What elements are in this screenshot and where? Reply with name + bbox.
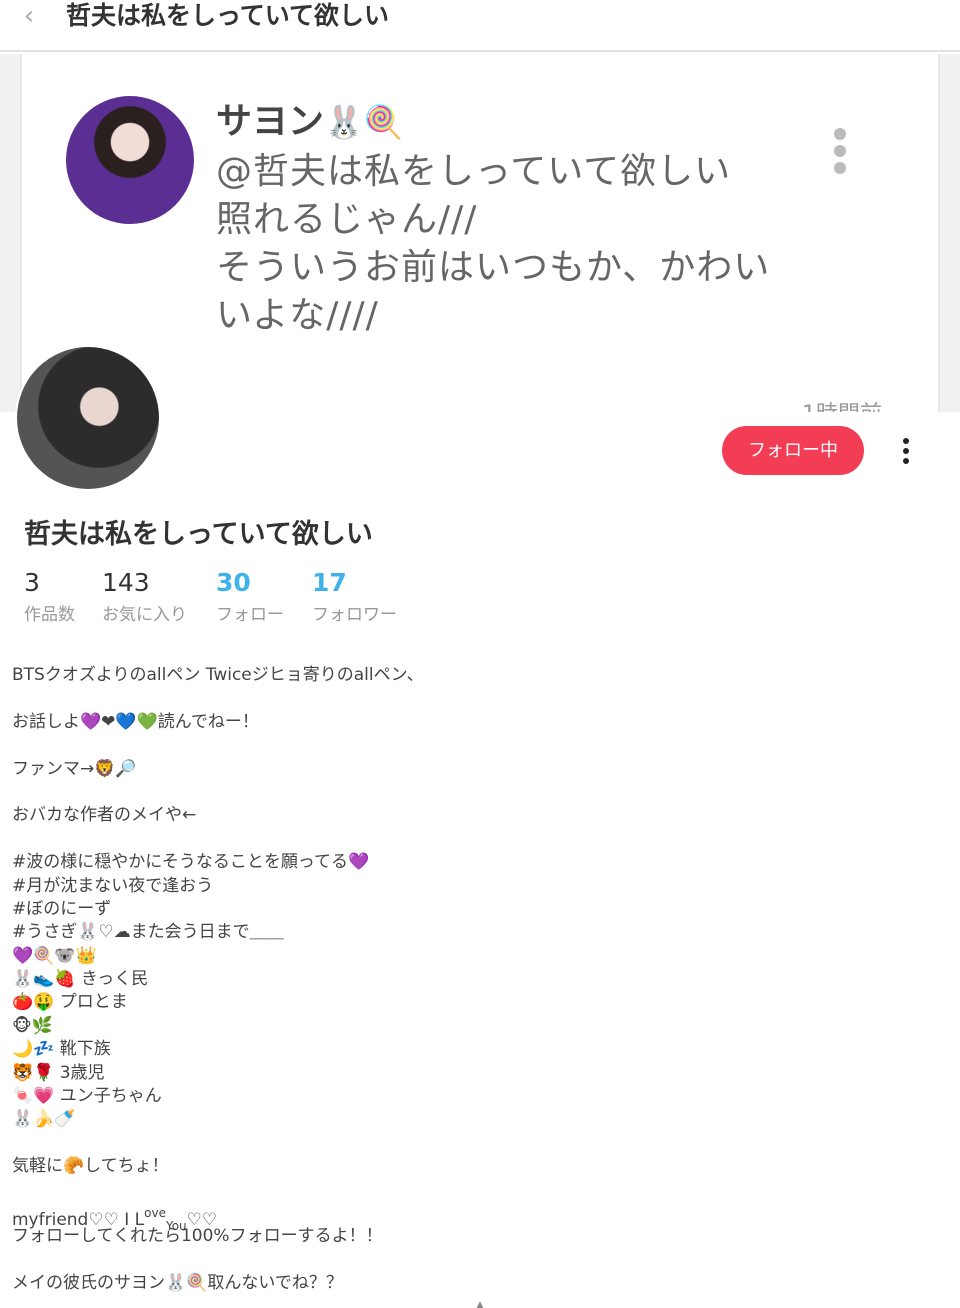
stat-following[interactable]: 30 フォロー [216, 566, 284, 630]
bio-line: 💜🍭🐨👑 [12, 945, 97, 966]
more-vertical-icon[interactable] [896, 438, 916, 468]
bio-line: #うさぎ🐰♡☁また会う日まで＿＿ [12, 922, 284, 943]
bio-line: BTSクオズよりのallペン Twiceジヒョ寄りのallペン、 [12, 665, 424, 685]
profile-bio: BTSクオズよりのallペン Twiceジヒョ寄りのallペン、 お話しよ💜❤💙💚… [12, 664, 942, 1296]
stat-followers[interactable]: 17 フォロワー [312, 566, 397, 630]
bio-line: ファンマ→🦁🔎 [12, 758, 137, 779]
bio-line: フォローしてくれたら100%フォローするよ！！ [12, 1226, 383, 1247]
stat-followers-value: 17 [312, 568, 347, 597]
scroll-up-icon: ▲ [475, 1298, 485, 1308]
bio-line: メイの彼氏のサヨン🐰🍭取んないでね？？ [12, 1273, 343, 1294]
bio-line: 🌙💤 靴下族 [12, 1039, 111, 1060]
stat-following-label: フォロー [216, 605, 284, 625]
bio-line: 🐵🌿 [12, 1015, 53, 1036]
bio-line: 気軽に🥐してちょ！ [12, 1156, 169, 1177]
rabbit-lollipop-emoji: 🐰🍭 [324, 103, 404, 141]
following-button[interactable]: フォロー中 [722, 426, 864, 475]
stat-works-label: 作品数 [24, 605, 75, 625]
avatar[interactable] [15, 345, 161, 491]
stat-works-value: 3 [24, 568, 40, 597]
bio-superscript: ove [144, 1205, 166, 1220]
stat-following-value: 30 [216, 568, 251, 597]
cover-timestamp: 1時間前 [802, 396, 882, 412]
cover-line: そういうお前はいつもか、かわい [216, 247, 771, 288]
stat-works[interactable]: 3 作品数 [24, 566, 75, 630]
bio-line: 🐰🍌🍼 [12, 1109, 76, 1130]
bio-line: おバカな作者のメイや← [12, 805, 197, 826]
stat-favorites-label: お気に入り [102, 605, 187, 625]
cover-post-card: サヨン🐰🍭 @哲夫は私をしっていて欲しい 照れるじゃん/// そういうお前はいつ… [20, 54, 940, 412]
bio-line: 🐰👟🍓 きっく民 [12, 969, 149, 990]
stat-favorites-value: 143 [102, 568, 150, 597]
bio-line [12, 1179, 942, 1202]
bio-line [12, 828, 942, 851]
page-title: 哲夫は私をしっていて欲しい [66, 1, 390, 30]
bio-line [12, 781, 942, 804]
bio-line: #月が沈まない夜で逢おう [12, 875, 214, 896]
cover-name: サヨン🐰🍭 [216, 92, 404, 144]
top-bar: ‹ 哲夫は私をしっていて欲しい [0, 0, 960, 52]
cover-text: @哲夫は私をしっていて欲しい 照れるじゃん/// そういうお前はいつもか、かわい… [216, 148, 816, 340]
bio-line: myfriend♡♡ I LoveYou♡♡ [12, 1202, 942, 1233]
bio-line [12, 687, 942, 710]
cover-line: @哲夫は私をしっていて欲しい [216, 151, 732, 192]
bio-line [12, 734, 942, 757]
bio-line: #ぼのにーず [12, 898, 112, 919]
cover-line: 照れるじゃん/// [216, 199, 478, 240]
profile-name: 哲夫は私をしっていて欲しい [24, 519, 373, 550]
cover-image: サヨン🐰🍭 @哲夫は私をしっていて欲しい 照れるじゃん/// そういうお前はいつ… [0, 54, 960, 412]
cover-avatar [66, 96, 194, 224]
stat-followers-label: フォロワー [312, 605, 397, 625]
chevron-left-icon[interactable]: ‹ [14, 2, 44, 32]
stat-favorites[interactable]: 143 お気に入り [102, 566, 187, 630]
bio-line: #波の様に穏やかにそうなることを願ってる💜 [12, 852, 370, 873]
cover-name-text: サヨン [216, 101, 325, 142]
bio-line [12, 1249, 942, 1272]
cover-line: いよな//// [216, 295, 379, 336]
bio-line: お話しよ💜❤💙💚読んでねー！ [12, 711, 259, 732]
more-vertical-icon [834, 128, 850, 179]
bio-line: 🍅🤑 プロとま [12, 992, 128, 1013]
bio-line: 🐯🌹 3歳児 [12, 1062, 105, 1083]
bio-line [12, 1132, 942, 1155]
bio-line: 🍬💗 ユン子ちゃん [12, 1086, 162, 1107]
